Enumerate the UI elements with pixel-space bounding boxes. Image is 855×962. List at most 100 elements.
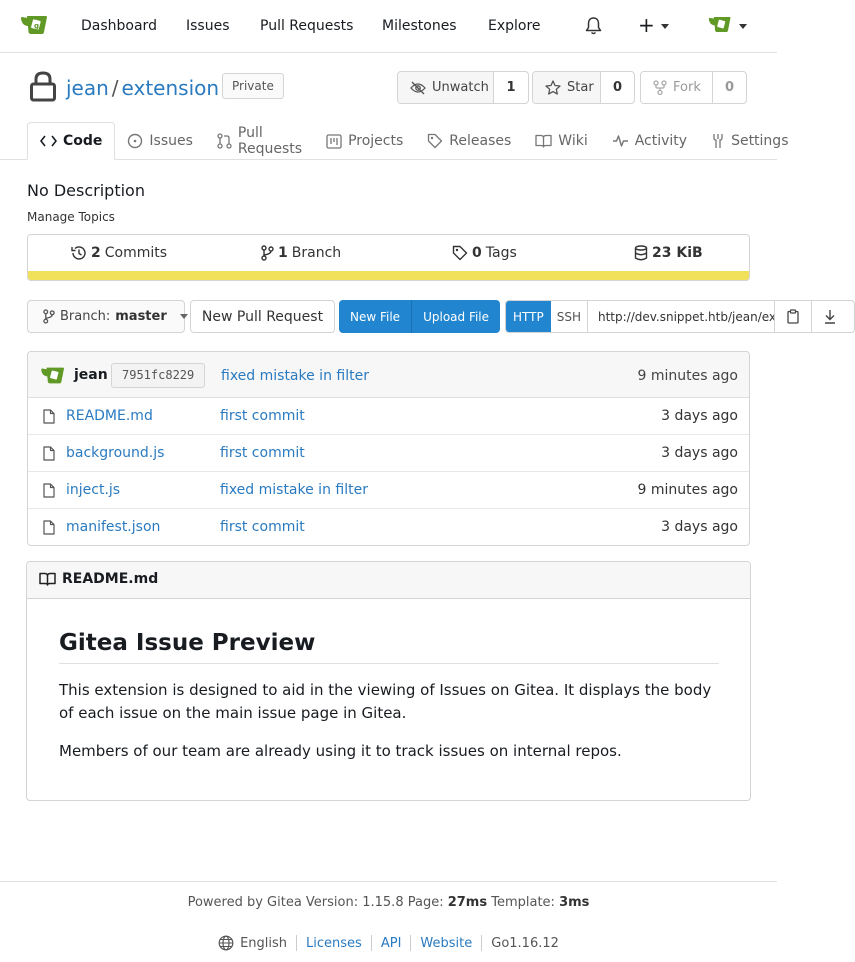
http-clone-button[interactable]: HTTP xyxy=(506,301,551,332)
tab-projects[interactable]: Projects xyxy=(314,122,415,160)
repo-owner-link[interactable]: jean xyxy=(66,76,109,100)
commit-time: 9 minutes ago xyxy=(637,368,738,384)
tab-code-label: Code xyxy=(63,133,103,149)
website-link[interactable]: Website xyxy=(420,936,472,951)
commit-message-link[interactable]: fixed mistake in filter xyxy=(221,368,369,384)
file-name-link[interactable]: background.js xyxy=(66,445,164,461)
svg-text:g: g xyxy=(34,22,39,30)
readme-filename: README.md xyxy=(62,571,159,587)
issue-icon xyxy=(127,133,143,149)
tab-activity-label: Activity xyxy=(634,133,688,149)
branches-stat[interactable]: 1 Branch xyxy=(261,245,341,261)
chevron-down-icon[interactable] xyxy=(661,24,669,29)
avatar[interactable] xyxy=(40,365,67,386)
file-name-link[interactable]: manifest.json xyxy=(66,519,160,535)
repo-name-link[interactable]: extension xyxy=(122,76,220,100)
tab-pull-requests[interactable]: Pull Requests xyxy=(205,122,314,160)
manage-topics-link[interactable]: Manage Topics xyxy=(27,210,115,224)
file-name-link[interactable]: inject.js xyxy=(66,482,120,498)
bell-icon[interactable] xyxy=(585,17,602,35)
file-name-link[interactable]: README.md xyxy=(66,408,153,424)
tab-code[interactable]: Code xyxy=(27,122,116,160)
download-icon[interactable] xyxy=(812,301,849,332)
nav-dashboard[interactable]: Dashboard xyxy=(81,18,157,34)
latest-commit-row: jean 7951fc8229 fixed mistake in filter … xyxy=(28,352,749,398)
nav-issues[interactable]: Issues xyxy=(186,18,230,34)
new-file-button[interactable]: New File xyxy=(339,300,412,333)
commit-sha[interactable]: 7951fc8229 xyxy=(111,363,206,388)
powered-by-text: Powered by Gitea Version: 1.15.8 Page: xyxy=(187,895,444,910)
tab-activity[interactable]: Activity xyxy=(600,122,699,160)
go-version: Go1.16.12 xyxy=(491,935,559,951)
size-stat: 23 KiB xyxy=(634,245,703,261)
fork-count[interactable]: 0 xyxy=(713,72,746,103)
readme-paragraph: Members of our team are already using it… xyxy=(59,742,622,760)
page-time: 27ms xyxy=(447,895,488,910)
file-list: jean 7951fc8229 fixed mistake in filter … xyxy=(27,351,750,546)
file-commit-link[interactable]: first commit xyxy=(220,408,305,424)
licenses-link[interactable]: Licenses xyxy=(306,936,362,951)
copy-icon[interactable] xyxy=(775,301,812,332)
api-link[interactable]: API xyxy=(381,936,402,951)
tag-icon xyxy=(427,133,443,149)
fork-icon xyxy=(653,80,667,95)
tools-icon xyxy=(711,133,725,149)
table-row: background.js first commit 3 days ago xyxy=(28,435,749,472)
star-label: Star xyxy=(567,80,594,95)
ssh-clone-button[interactable]: SSH xyxy=(551,301,588,332)
nav-milestones[interactable]: Milestones xyxy=(382,18,457,34)
chevron-down-icon[interactable] xyxy=(739,24,747,29)
plus-icon[interactable]: + xyxy=(638,15,655,35)
star-count[interactable]: 0 xyxy=(601,72,634,103)
nav-explore[interactable]: Explore xyxy=(488,18,541,34)
history-icon xyxy=(70,245,87,261)
star-button[interactable]: Star xyxy=(533,72,601,103)
repo-header: jean / extension Private Unwatch 1 Star 0 … xyxy=(0,54,788,160)
template-time: 3ms xyxy=(559,895,590,910)
tags-stat[interactable]: 0 Tags xyxy=(452,245,517,261)
eye-slash-icon xyxy=(410,81,426,95)
tab-releases[interactable]: Releases xyxy=(415,122,523,160)
fork-label: Fork xyxy=(673,80,701,95)
file-time: 3 days ago xyxy=(661,408,738,424)
new-pull-request-button[interactable]: New Pull Request xyxy=(190,300,335,333)
commits-stat[interactable]: 2 Commits xyxy=(70,245,167,261)
divider xyxy=(481,935,483,951)
clone-panel: HTTP SSH http://dev.snippet.htb/jean/ext… xyxy=(505,300,855,333)
branch-dropdown[interactable]: Branch: master xyxy=(27,300,188,333)
file-commit-link[interactable]: first commit xyxy=(220,519,305,535)
language-bar[interactable] xyxy=(28,271,749,280)
branch-icon xyxy=(261,245,274,261)
avatar[interactable] xyxy=(708,14,733,35)
footer-links: English Licenses API Website Go1.16.12 xyxy=(0,935,777,951)
tab-wiki[interactable]: Wiki xyxy=(523,122,599,160)
pull-request-icon xyxy=(217,133,232,149)
star-button-group: Star 0 xyxy=(532,71,635,104)
fork-button-group: Fork 0 xyxy=(640,71,747,104)
tab-issues-label: Issues xyxy=(149,133,193,149)
branch-icon xyxy=(43,309,55,324)
tag-icon xyxy=(452,245,468,261)
table-row: README.md first commit 3 days ago xyxy=(28,398,749,435)
fork-button[interactable]: Fork xyxy=(641,72,713,103)
watch-count[interactable]: 1 xyxy=(494,72,528,103)
divider xyxy=(370,935,372,951)
language-selector[interactable]: English xyxy=(240,936,287,951)
gitea-logo-icon[interactable]: g xyxy=(20,13,50,37)
unwatch-button[interactable]: Unwatch xyxy=(398,72,494,103)
footer: Powered by Gitea Version: 1.15.8 Page: 2… xyxy=(0,881,777,962)
upload-file-button[interactable]: Upload File xyxy=(411,300,501,333)
file-commit-link[interactable]: fixed mistake in filter xyxy=(220,482,368,498)
nav-pull-requests[interactable]: Pull Requests xyxy=(260,18,353,34)
commit-author[interactable]: jean xyxy=(74,367,108,383)
repo-path-separator: / xyxy=(111,76,119,100)
readme-paragraph: This extension is designed to aid in the… xyxy=(59,681,712,722)
file-icon xyxy=(43,446,55,461)
file-commit-link[interactable]: first commit xyxy=(220,445,305,461)
tab-issues[interactable]: Issues xyxy=(115,122,205,160)
table-row: inject.js fixed mistake in filter 9 minu… xyxy=(28,472,749,509)
star-icon xyxy=(545,80,561,95)
tab-settings[interactable]: Settings xyxy=(699,122,800,160)
clone-url-input[interactable]: http://dev.snippet.htb/jean/extension.gi… xyxy=(588,301,775,332)
file-time: 3 days ago xyxy=(661,445,738,461)
